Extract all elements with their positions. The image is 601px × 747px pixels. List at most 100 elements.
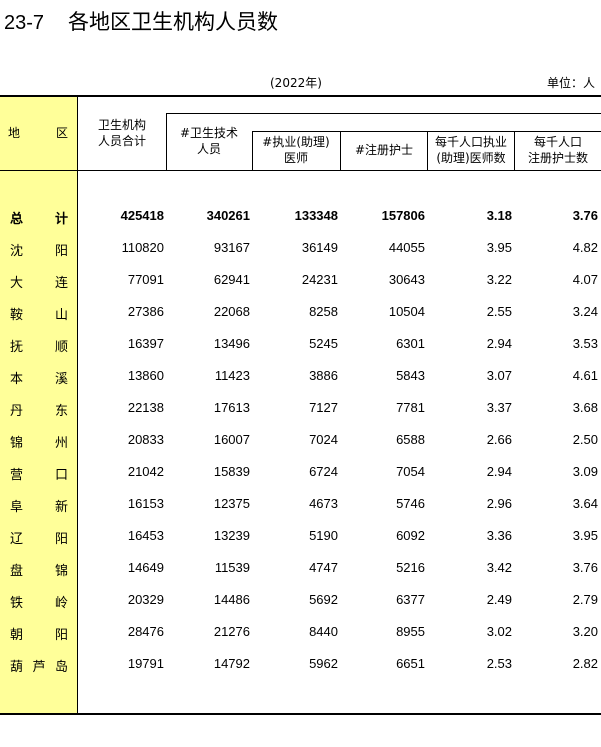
cell-tech: 13496 — [213, 336, 250, 351]
cell-nurses-per-k: 3.20 — [572, 624, 598, 639]
cell-doctors: 7127 — [309, 400, 338, 415]
header-doctors: #执业(助理) 医师 — [262, 135, 330, 165]
row-region: 营口 — [10, 468, 68, 483]
row-region: 朝阳 — [10, 628, 68, 643]
cell-nurses-per-k: 2.50 — [572, 432, 598, 447]
row-region: 葫芦岛 — [10, 660, 68, 675]
row-region: 本溪 — [10, 372, 68, 387]
cell-total: 425418 — [120, 208, 164, 223]
cell-doctors-per-k: 2.66 — [486, 432, 512, 447]
table-title: 各地区卫生机构人员数 — [68, 10, 279, 34]
cell-total: 20833 — [127, 432, 164, 447]
cell-nurses: 6092 — [396, 528, 425, 543]
cell-doctors-per-k: 3.36 — [486, 528, 512, 543]
cell-nurses: 5216 — [396, 560, 425, 575]
header-total: 卫生机构 人员合计 — [97, 118, 146, 148]
cell-nurses: 5843 — [396, 368, 425, 383]
cell-nurses-per-k: 3.95 — [572, 528, 598, 543]
cell-nurses-per-k: 3.24 — [572, 304, 598, 319]
cell-doctors-per-k: 3.42 — [486, 560, 512, 575]
row-region: 抚顺 — [10, 340, 68, 355]
row-region: 鞍山 — [10, 308, 68, 323]
subheader-line — [166, 113, 601, 114]
cell-doctors-per-k: 3.07 — [486, 368, 512, 383]
cell-tech: 340261 — [206, 208, 250, 223]
row-region: 沈阳 — [10, 244, 68, 259]
cell-doctors-per-k: 3.22 — [486, 272, 512, 287]
cell-total: 110820 — [121, 240, 164, 255]
row-region: 阜新 — [10, 500, 68, 515]
cell-nurses-per-k: 3.76 — [572, 560, 598, 575]
cell-nurses-per-k: 3.76 — [572, 208, 598, 223]
cell-nurses-per-k: 3.53 — [572, 336, 598, 351]
cell-doctors: 24231 — [301, 272, 338, 287]
cell-doctors-per-k: 2.94 — [486, 464, 512, 479]
cell-nurses: 157806 — [381, 208, 425, 223]
header-doctors-per-k: 每千人口执业 (助理)医师数 — [434, 135, 507, 165]
cell-doctors-per-k: 3.37 — [486, 400, 512, 415]
cell-tech: 11423 — [214, 368, 250, 383]
cell-tech: 14486 — [213, 592, 250, 607]
col-divider-1 — [166, 113, 167, 170]
cell-doctors-per-k: 2.96 — [486, 496, 512, 511]
cell-total: 20329 — [127, 592, 164, 607]
cell-nurses: 10504 — [388, 304, 425, 319]
cell-tech: 14792 — [213, 656, 250, 671]
data-table: 地区 卫生机构 人员合计 #卫生技术 人员 #执业(助理) 医师 #注册护士 每千人口… — [0, 95, 601, 715]
row-region: 大连 — [10, 276, 68, 291]
cell-doctors: 3886 — [309, 368, 338, 383]
cell-nurses: 6651 — [396, 656, 425, 671]
cell-doctors: 8258 — [309, 304, 338, 319]
cell-tech: 62941 — [213, 272, 250, 287]
region-divider — [77, 95, 78, 715]
cell-tech: 11539 — [214, 560, 250, 575]
cell-nurses-per-k: 4.61 — [572, 368, 598, 383]
cell-tech: 15839 — [213, 464, 250, 479]
cell-doctors-per-k: 3.02 — [486, 624, 512, 639]
header-tech: #卫生技术 人员 — [179, 126, 239, 156]
cell-nurses-per-k: 3.68 — [572, 400, 598, 415]
row-region: 总计 — [10, 212, 68, 227]
row-region: 丹东 — [10, 404, 68, 419]
cell-total: 16453 — [127, 528, 164, 543]
cell-tech: 22068 — [213, 304, 250, 319]
cell-nurses: 30643 — [388, 272, 425, 287]
cell-nurses: 6301 — [396, 336, 425, 351]
cell-tech: 13239 — [213, 528, 250, 543]
cell-total: 13860 — [127, 368, 164, 383]
year-note: (2022年) — [270, 76, 322, 90]
page-title: 23-7 各地区卫生机构人员数 — [4, 6, 278, 36]
cell-doctors: 133348 — [294, 208, 338, 223]
cell-doctors: 5962 — [309, 656, 338, 671]
cell-tech: 21276 — [213, 624, 250, 639]
table-bottom-border — [0, 713, 601, 715]
cell-nurses: 6377 — [396, 592, 425, 607]
cell-doctors-per-k: 3.95 — [486, 240, 512, 255]
cell-nurses: 7781 — [396, 400, 425, 415]
subheader-line-2 — [252, 131, 601, 132]
cell-total: 19791 — [127, 656, 164, 671]
cell-doctors: 5190 — [309, 528, 338, 543]
cell-nurses-per-k: 3.64 — [572, 496, 598, 511]
cell-total: 16397 — [127, 336, 164, 351]
header-bottom-border — [0, 170, 601, 171]
cell-nurses-per-k: 2.79 — [572, 592, 598, 607]
cell-doctors-per-k: 3.18 — [486, 208, 512, 223]
cell-total: 16153 — [127, 496, 164, 511]
cell-nurses: 6588 — [396, 432, 425, 447]
header-region: 地区 — [8, 126, 68, 140]
cell-doctors: 4673 — [309, 496, 338, 511]
header-nurses: #注册护士 — [354, 143, 414, 157]
cell-doctors: 5692 — [309, 592, 338, 607]
row-region: 盘锦 — [10, 564, 68, 579]
cell-nurses-per-k: 4.82 — [572, 240, 598, 255]
cell-nurses: 8955 — [396, 624, 425, 639]
cell-doctors-per-k: 2.55 — [486, 304, 512, 319]
cell-total: 21042 — [127, 464, 164, 479]
cell-doctors: 6724 — [309, 464, 338, 479]
cell-tech: 93167 — [213, 240, 250, 255]
cell-doctors: 4747 — [309, 560, 338, 575]
cell-doctors-per-k: 2.49 — [486, 592, 512, 607]
cell-doctors: 36149 — [301, 240, 338, 255]
row-region: 锦州 — [10, 436, 68, 451]
